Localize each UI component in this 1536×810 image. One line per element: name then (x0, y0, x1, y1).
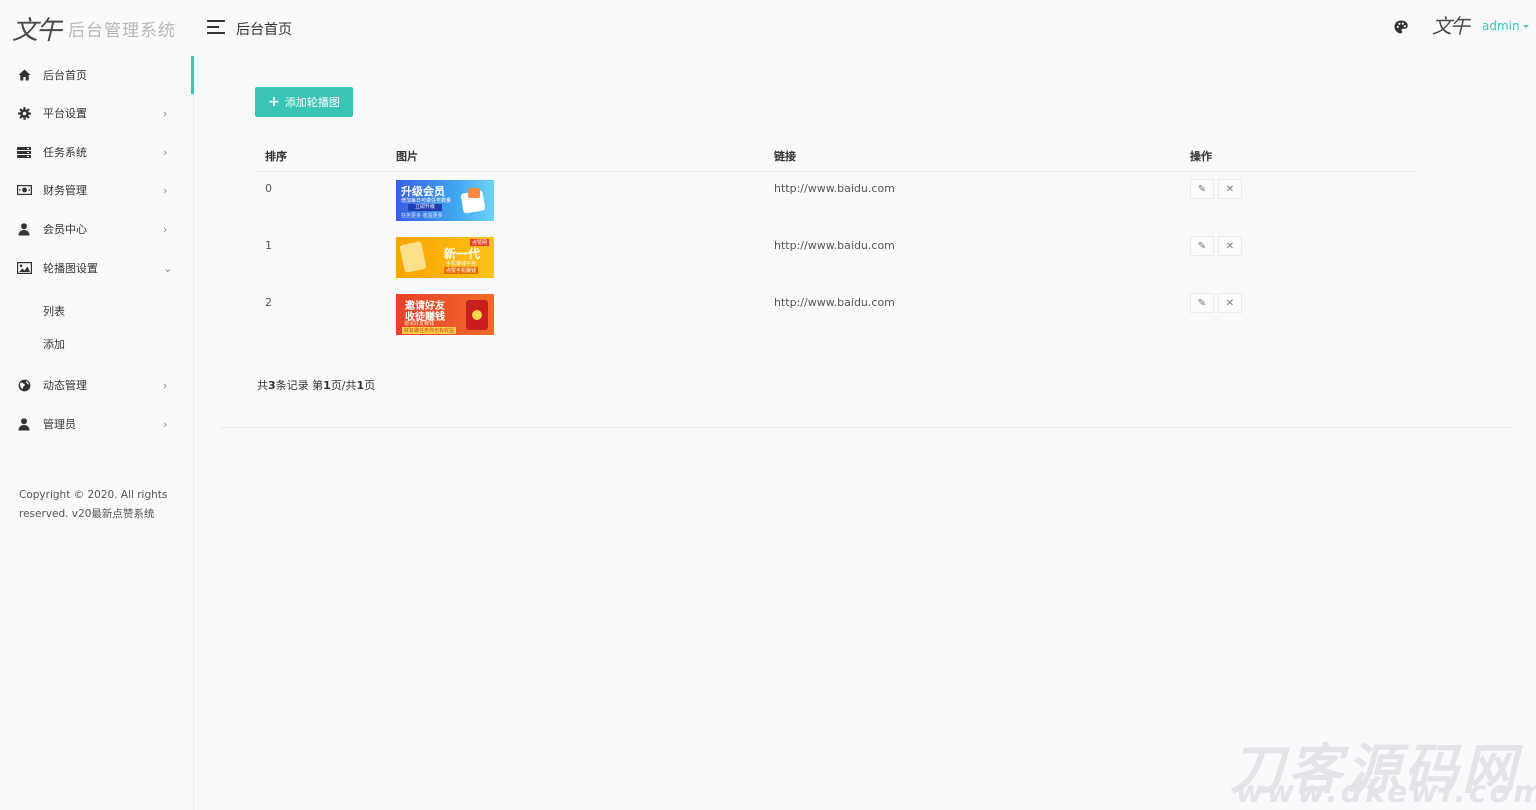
edit-button[interactable]: ✎ (1190, 293, 1214, 313)
row-link[interactable]: http://www.baidu.com (774, 239, 895, 252)
chevron-right-icon: › (163, 378, 168, 392)
chevron-right-icon: › (163, 417, 168, 431)
sidebar-item-admin[interactable]: 管理员 › (0, 405, 190, 443)
banner-footer: 任务更多 收益更多 (401, 213, 443, 219)
sidebar-item-dynamics[interactable]: 动态管理 › (0, 366, 190, 404)
logo-text: 后台管理系统 (68, 20, 177, 41)
pagination-page: 1 (323, 379, 331, 392)
palette-icon[interactable] (1393, 19, 1409, 35)
user-dropdown[interactable]: admin (1482, 19, 1529, 33)
delete-button[interactable]: ✕ (1218, 236, 1242, 256)
chevron-right-icon: › (163, 145, 168, 159)
sidebar-item-home[interactable]: 后台首页 (0, 56, 190, 94)
table-header-divider (255, 171, 1417, 172)
sidebar-item-finance[interactable]: 财务管理 › (0, 171, 190, 209)
logo[interactable]: 文午 后台管理系统 (12, 10, 176, 46)
banner-footer: 好友做任务你也有收益 (402, 327, 457, 334)
username: admin (1482, 19, 1520, 33)
banner-cta: 立即升级 (408, 204, 442, 211)
plus-icon: + (268, 94, 280, 110)
close-icon: ✕ (1225, 183, 1235, 195)
sidebar-item-label: 会员中心 (43, 223, 87, 236)
home-icon (16, 68, 32, 82)
banner-image[interactable]: 升级会员 增加每日可做任务数量 立即升级 任务更多 收益更多 (396, 180, 494, 221)
sidebar-item-label: 动态管理 (43, 379, 87, 392)
money-icon (16, 183, 32, 197)
row-link[interactable]: http://www.baidu.com (774, 296, 895, 309)
edit-button[interactable]: ✎ (1190, 179, 1214, 199)
pagination-mid: 条记录 第 (275, 379, 324, 392)
pencil-icon: ✎ (1197, 183, 1207, 195)
add-carousel-label: 添加轮播图 (284, 96, 340, 109)
delete-button[interactable]: ✕ (1218, 179, 1242, 199)
content-divider (220, 427, 1512, 428)
chevron-right-icon: › (163, 106, 168, 120)
caret-down-icon (1522, 25, 1529, 28)
top-header: 文午 后台管理系统 后台首页 文午 admin (0, 0, 1536, 56)
row-link[interactable]: http://www.baidu.com (774, 182, 895, 195)
edit-button[interactable]: ✎ (1190, 236, 1214, 256)
pagination-info: 共3条记录 第1页/共1页 (257, 377, 375, 393)
pagination-mid2: 页/共 (330, 379, 357, 392)
banner-gift-ribbon (468, 188, 480, 198)
close-icon: ✕ (1225, 297, 1235, 309)
user-icon (16, 222, 32, 236)
close-icon: ✕ (1225, 240, 1235, 252)
banner-cta: 点赞手机赚钱 (444, 267, 479, 274)
sidebar-item-label: 轮播图设置 (43, 262, 98, 275)
sidebar-item-label: 后台首页 (43, 69, 87, 82)
active-indicator (191, 56, 194, 94)
sidebar: 后台首页 平台设置 › 任务系统 › 财务管理 › 会员中心 › 轮播图设置 ⌄ (0, 56, 194, 810)
sidebar-item-carousel-settings[interactable]: 轮播图设置 ⌄ (0, 249, 190, 287)
gear-icon (16, 106, 32, 120)
add-carousel-button[interactable]: + 添加轮播图 (255, 87, 353, 117)
row-order: 0 (265, 182, 272, 195)
pencil-icon: ✎ (1197, 297, 1207, 309)
pagination-suffix: 页 (364, 379, 376, 392)
pagination-total: 3 (268, 379, 276, 392)
sidebar-subitem-list[interactable]: 列表 (43, 303, 65, 319)
banner-subtitle: 手机赚钱平台 (446, 261, 477, 267)
delete-button[interactable]: ✕ (1218, 293, 1242, 313)
sidebar-item-member-center[interactable]: 会员中心 › (0, 210, 190, 248)
banner-image[interactable]: 点赞网 新一代 手机赚钱平台 点赞手机赚钱 (396, 237, 494, 278)
banner-image[interactable]: 邀请好友 收徒赚钱 邀请好友赚钱 好友做任务你也有收益 (396, 294, 494, 335)
row-order: 2 (265, 296, 272, 309)
image-icon (16, 261, 32, 275)
column-header-image: 图片 (396, 150, 418, 163)
sidebar-item-platform-settings[interactable]: 平台设置 › (0, 94, 190, 132)
sidebar-item-label: 管理员 (43, 418, 76, 431)
column-header-order: 排序 (265, 150, 287, 163)
logo-mark: 文午 (12, 15, 62, 46)
sidebar-item-label: 任务系统 (43, 146, 87, 159)
menu-toggle-icon[interactable] (207, 20, 225, 34)
banner-cta: 邀请好友赚钱 (404, 321, 435, 327)
column-header-actions: 操作 (1190, 150, 1212, 163)
user-icon (16, 417, 32, 431)
watermark-en: www.dkewl.com (1236, 775, 1536, 810)
pencil-icon: ✎ (1197, 240, 1207, 252)
banner-coin (472, 310, 482, 320)
sidebar-item-label: 平台设置 (43, 107, 87, 120)
globe-icon (16, 378, 32, 392)
avatar[interactable]: 文午 (1432, 10, 1470, 39)
chevron-right-icon: › (163, 222, 168, 236)
banner-phone (399, 241, 427, 273)
sidebar-item-task-system[interactable]: 任务系统 › (0, 133, 190, 171)
sidebar-subitem-add[interactable]: 添加 (43, 336, 65, 352)
pagination-prefix: 共 (257, 379, 268, 392)
column-header-link: 链接 (774, 150, 796, 163)
row-order: 1 (265, 239, 272, 252)
chevron-right-icon: › (163, 183, 168, 197)
server-icon (16, 145, 32, 159)
banner-subtitle: 增加每日可做任务数量 (401, 198, 452, 204)
sidebar-item-label: 财务管理 (43, 184, 87, 197)
copyright: Copyright © 2020. All rights reserved. v… (19, 489, 168, 520)
chevron-down-icon: ⌄ (163, 261, 173, 275)
page-title: 后台首页 (236, 22, 292, 38)
